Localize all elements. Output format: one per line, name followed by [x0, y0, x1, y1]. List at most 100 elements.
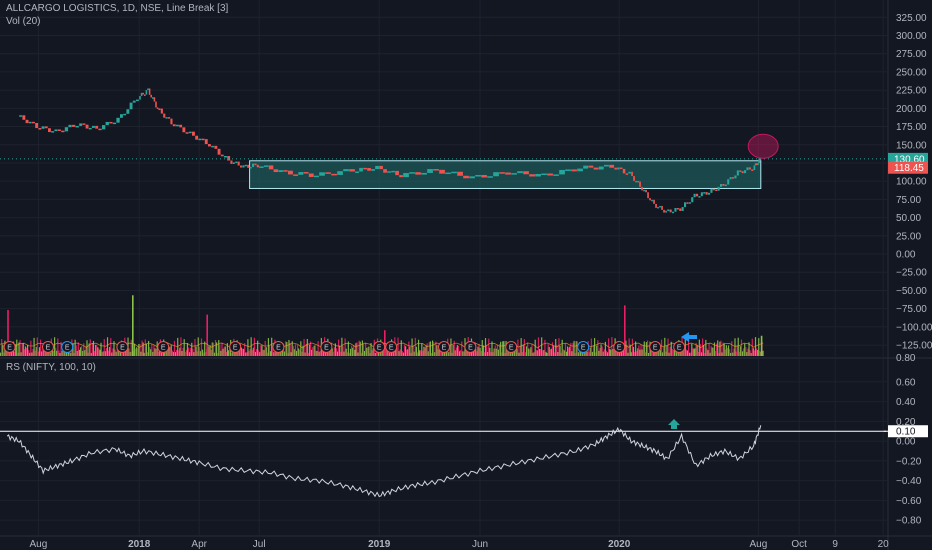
volume-bar: [42, 349, 44, 356]
volume-bar: [185, 350, 187, 356]
price-tick-label: −75.00: [896, 304, 927, 315]
volume-bar: [735, 351, 737, 356]
line-break-brick: [72, 124, 76, 127]
volume-bar: [41, 351, 43, 356]
earnings-marker-label: E: [677, 345, 682, 352]
line-break-brick: [163, 113, 166, 118]
line-break-brick: [469, 176, 475, 179]
volume-bar: [198, 346, 200, 356]
line-break-brick: [349, 169, 355, 172]
rs-legend[interactable]: RS (NIFTY, 100, 10): [6, 362, 96, 373]
chart-canvas[interactable]: EEEEEEEEEEEEEEEEE 325.00300.00275.00250.…: [0, 0, 932, 550]
volume-bar: [560, 352, 562, 356]
consolidation-box[interactable]: [249, 160, 762, 189]
volume-bar: [708, 343, 710, 356]
volume-bar: [312, 347, 314, 356]
time-tick-label: Jun: [472, 539, 488, 550]
volume-bar: [561, 339, 563, 356]
volume-bar: [664, 337, 666, 356]
volume-bar: [388, 352, 390, 356]
line-break-brick: [54, 129, 58, 132]
volume-bar: [96, 344, 98, 356]
line-break-brick: [499, 172, 505, 174]
volume-bar: [429, 341, 432, 356]
line-break-brick: [655, 203, 657, 208]
volume-bar: [99, 349, 101, 356]
volume-bar: [594, 338, 596, 356]
volume-bar: [267, 338, 270, 356]
volume-bar: [632, 346, 635, 356]
volume-bar: [36, 337, 38, 356]
price-tick-label: −125.00: [896, 341, 932, 352]
price-tick-label: 225.00: [896, 86, 927, 97]
volume-bar: [515, 350, 517, 356]
volume-bar: [548, 346, 550, 356]
volume-bar: [482, 345, 484, 356]
line-break-brick: [663, 209, 665, 213]
line-break-brick: [724, 184, 727, 187]
volume-bar: [564, 343, 567, 356]
volume-bar: [588, 352, 590, 356]
volume-bar: [536, 350, 538, 356]
volume-bar: [192, 348, 194, 356]
volume-bar: [358, 340, 360, 356]
line-break-brick: [649, 198, 651, 201]
volume-bar: [225, 351, 227, 356]
volume-bar: [425, 345, 427, 356]
volume-bar: [201, 349, 204, 356]
volume-bar: [294, 344, 297, 356]
line-break-brick: [625, 173, 629, 175]
volume-bar: [712, 347, 714, 356]
volume-bar: [521, 351, 523, 356]
volume-bar: [450, 338, 452, 356]
volume-bar: [263, 349, 265, 356]
line-break-brick: [273, 169, 279, 173]
volume-bar: [532, 352, 534, 356]
volume-legend[interactable]: Vol (20): [6, 16, 40, 27]
volume-bar: [268, 346, 271, 356]
volume-bar: [139, 344, 141, 356]
volume-bar: [126, 350, 128, 356]
volume-bar: [570, 342, 572, 356]
volume-bar: [750, 352, 752, 356]
volume-bar: [83, 343, 85, 356]
volume-bar: [218, 340, 220, 356]
volume-bar: [719, 341, 721, 356]
line-break-brick: [744, 170, 747, 174]
volume-bar: [562, 349, 564, 356]
volume-bar: [133, 343, 136, 356]
line-break-brick: [657, 206, 659, 209]
line-break-brick: [676, 207, 679, 210]
line-break-brick: [732, 177, 735, 179]
volume-bar: [592, 345, 595, 356]
volume-bar: [106, 337, 109, 356]
volume-bar: [56, 350, 58, 356]
volume-bar: [17, 352, 19, 356]
volume-bar: [170, 345, 172, 356]
main-legend[interactable]: ALLCARGO LOGISTICS, 1D, NSE, Line Break …: [6, 3, 228, 14]
line-break-brick: [198, 138, 202, 141]
volume-bar: [577, 352, 579, 356]
volume-bar: [471, 352, 474, 356]
volume-bar: [212, 342, 214, 356]
line-break-brick: [120, 114, 123, 118]
volume-bar: [32, 349, 34, 356]
volume-bar: [333, 347, 335, 356]
earnings-marker-label: E: [324, 345, 329, 352]
volume-bar: [339, 346, 341, 356]
volume-bar: [356, 342, 358, 356]
line-break-brick: [112, 122, 117, 125]
volume-bar: [304, 352, 306, 356]
line-break-brick: [140, 92, 143, 97]
volume-bar: [731, 341, 733, 356]
volume-bar: [543, 350, 545, 356]
volume-bar: [710, 346, 712, 356]
line-break-brick: [379, 165, 383, 170]
line-break-brick: [700, 192, 703, 197]
volume-bar: [747, 348, 749, 356]
volume-bar: [535, 349, 537, 356]
volume-bar: [671, 349, 673, 356]
volume-pane[interactable]: EEEEEEEEEEEEEEEEE: [0, 295, 764, 356]
volume-bar: [479, 347, 481, 356]
line-break-brick: [375, 165, 379, 170]
